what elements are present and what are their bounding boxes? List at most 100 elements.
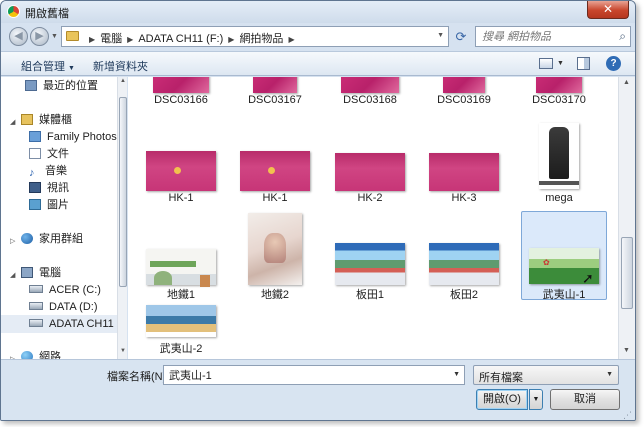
nav-item-label: Family Photos: [47, 131, 117, 143]
nav-item-label: 最近的位置: [43, 80, 98, 92]
change-view-icon[interactable]: [539, 58, 553, 69]
chevron-right-icon[interactable]: ▶: [288, 35, 294, 44]
search-input[interactable]: [480, 28, 608, 45]
file-item[interactable]: 板田1: [327, 213, 413, 301]
navigation-scrollbar[interactable]: ▲ ▼: [117, 77, 127, 359]
filetype-select[interactable]: 所有檔案 ▼: [473, 365, 619, 385]
new-folder-button[interactable]: 新增資料夾: [93, 58, 148, 74]
search-box[interactable]: ⌕: [475, 26, 631, 47]
chrome-icon: [7, 5, 20, 18]
forward-button[interactable]: ▶: [30, 27, 49, 46]
file-item[interactable]: 地鐵1: [138, 213, 224, 301]
nav-item-pictures[interactable]: 圖片: [29, 196, 69, 214]
file-item-selected[interactable]: ✿ 武夷山-1 ➚: [521, 211, 607, 301]
collapse-triangle-icon[interactable]: ◢: [10, 118, 15, 126]
photo-library-icon: [29, 131, 41, 142]
chevron-right-icon[interactable]: ▶: [127, 35, 133, 44]
nav-item-label: 電腦: [39, 267, 61, 279]
breadcrumb-computer[interactable]: 電腦: [100, 33, 122, 45]
nav-item-recent-places[interactable]: 最近的位置: [25, 77, 98, 95]
file-item[interactable]: DSC03170: [516, 77, 602, 106]
resize-grip-icon[interactable]: ⋰: [623, 410, 633, 420]
file-list-scrollbar[interactable]: ▲ ▼: [618, 77, 635, 359]
scrollbar-thumb[interactable]: [119, 97, 127, 287]
file-item[interactable]: DSC03167: [232, 77, 318, 106]
file-thumbnail: [341, 77, 399, 93]
navigation-pane: 最近的位置 ◢ 媒體櫃 Family Photos 文件 ♪ 音樂 視訊 圖片 ▷…: [1, 77, 117, 359]
documents-icon: [29, 148, 41, 159]
filename-label: 檔案名稱(N):: [107, 371, 170, 383]
file-thumbnail: [443, 77, 485, 93]
file-item[interactable]: HK-1: [232, 119, 318, 204]
refresh-button[interactable]: ⟳: [451, 27, 471, 46]
drive-icon: [29, 319, 43, 327]
breadcrumb-folder[interactable]: 網拍物品: [239, 33, 283, 45]
nav-item-drive-f[interactable]: ADATA CH11 (F:): [1, 315, 117, 333]
window-title: 開啟舊檔: [25, 8, 69, 20]
open-options-dropdown[interactable]: ▼: [529, 389, 543, 410]
homegroup-icon: [21, 233, 33, 244]
cancel-button[interactable]: 取消: [550, 389, 620, 410]
chevron-down-icon[interactable]: ▼: [453, 371, 460, 378]
filename-input[interactable]: [167, 367, 449, 383]
scroll-up-icon[interactable]: ▲: [619, 79, 634, 89]
nav-item-family-photos[interactable]: Family Photos: [29, 128, 117, 146]
thumbnail-detail: [549, 127, 569, 179]
file-thumbnail: [539, 123, 579, 189]
nav-item-documents[interactable]: 文件: [29, 145, 69, 163]
thumbnail-detail: ✿: [543, 258, 550, 267]
file-item[interactable]: DSC03169: [421, 77, 507, 106]
help-icon[interactable]: ?: [606, 56, 621, 71]
nav-item-drive-d[interactable]: DATA (D:): [29, 298, 97, 316]
scroll-down-icon[interactable]: ▼: [619, 347, 634, 357]
scroll-down-icon[interactable]: ▼: [119, 348, 127, 358]
file-thumbnail: [253, 77, 297, 93]
search-icon: ⌕: [619, 29, 626, 43]
nav-item-homegroup[interactable]: 家用群組: [21, 230, 83, 248]
nav-item-libraries[interactable]: 媒體櫃: [21, 111, 72, 129]
file-name: 地鐵2: [260, 289, 290, 301]
nav-item-drive-c[interactable]: ACER (C:): [29, 281, 101, 299]
thumbnail-detail: [268, 167, 275, 174]
file-name: 板田1: [355, 289, 385, 301]
breadcrumb: ▶ 電腦 ▶ ADATA CH11 (F:) ▶ 網拍物品 ▶: [84, 30, 300, 46]
file-item[interactable]: DSC03166: [138, 77, 224, 106]
view-options-dropdown[interactable]: ▼: [557, 60, 564, 67]
chevron-right-icon[interactable]: ▶: [228, 35, 234, 44]
file-item[interactable]: mega: [516, 119, 602, 204]
file-item[interactable]: HK-1: [138, 119, 224, 204]
file-item[interactable]: 板田2: [421, 213, 507, 301]
preview-pane-icon[interactable]: [577, 57, 590, 70]
file-item[interactable]: 武夷山-2: [138, 305, 224, 359]
recent-locations-dropdown[interactable]: ▼: [51, 33, 58, 40]
file-item[interactable]: DSC03168: [327, 77, 413, 106]
close-button[interactable]: ✕: [587, 1, 629, 19]
expand-triangle-icon[interactable]: ▷: [10, 237, 15, 245]
file-item[interactable]: HK-3: [421, 119, 507, 204]
file-name: DSC03166: [154, 94, 208, 106]
file-thumbnail: [153, 77, 209, 93]
drive-icon: [29, 302, 43, 310]
nav-item-music[interactable]: ♪ 音樂: [29, 162, 67, 180]
collapse-triangle-icon[interactable]: ◢: [10, 271, 15, 279]
nav-item-videos[interactable]: 視訊: [29, 179, 69, 197]
open-button[interactable]: 開啟(O): [476, 389, 528, 410]
organize-button[interactable]: 組合管理 ▼: [21, 58, 75, 74]
file-item[interactable]: 地鐵2: [232, 213, 318, 301]
filename-combobox[interactable]: ▼: [163, 365, 465, 385]
nav-item-label: 媒體櫃: [39, 114, 72, 126]
file-thumbnail: [429, 243, 499, 285]
organize-label: 組合管理: [21, 61, 65, 73]
breadcrumb-drive[interactable]: ADATA CH11 (F:): [138, 33, 223, 45]
nav-item-computer[interactable]: 電腦: [21, 264, 61, 282]
file-item[interactable]: HK-2: [327, 119, 413, 204]
address-bar[interactable]: ▶ 電腦 ▶ ADATA CH11 (F:) ▶ 網拍物品 ▶ ▼: [61, 26, 449, 47]
file-name: DSC03167: [248, 94, 302, 106]
scroll-up-icon[interactable]: ▲: [119, 78, 127, 88]
back-button[interactable]: ◀: [9, 27, 28, 46]
file-name: HK-2: [357, 192, 383, 204]
address-history-dropdown[interactable]: ▼: [437, 32, 444, 39]
nav-item-network[interactable]: 網路: [21, 348, 61, 359]
chevron-right-icon[interactable]: ▶: [89, 35, 95, 44]
scrollbar-thumb[interactable]: [621, 237, 633, 309]
